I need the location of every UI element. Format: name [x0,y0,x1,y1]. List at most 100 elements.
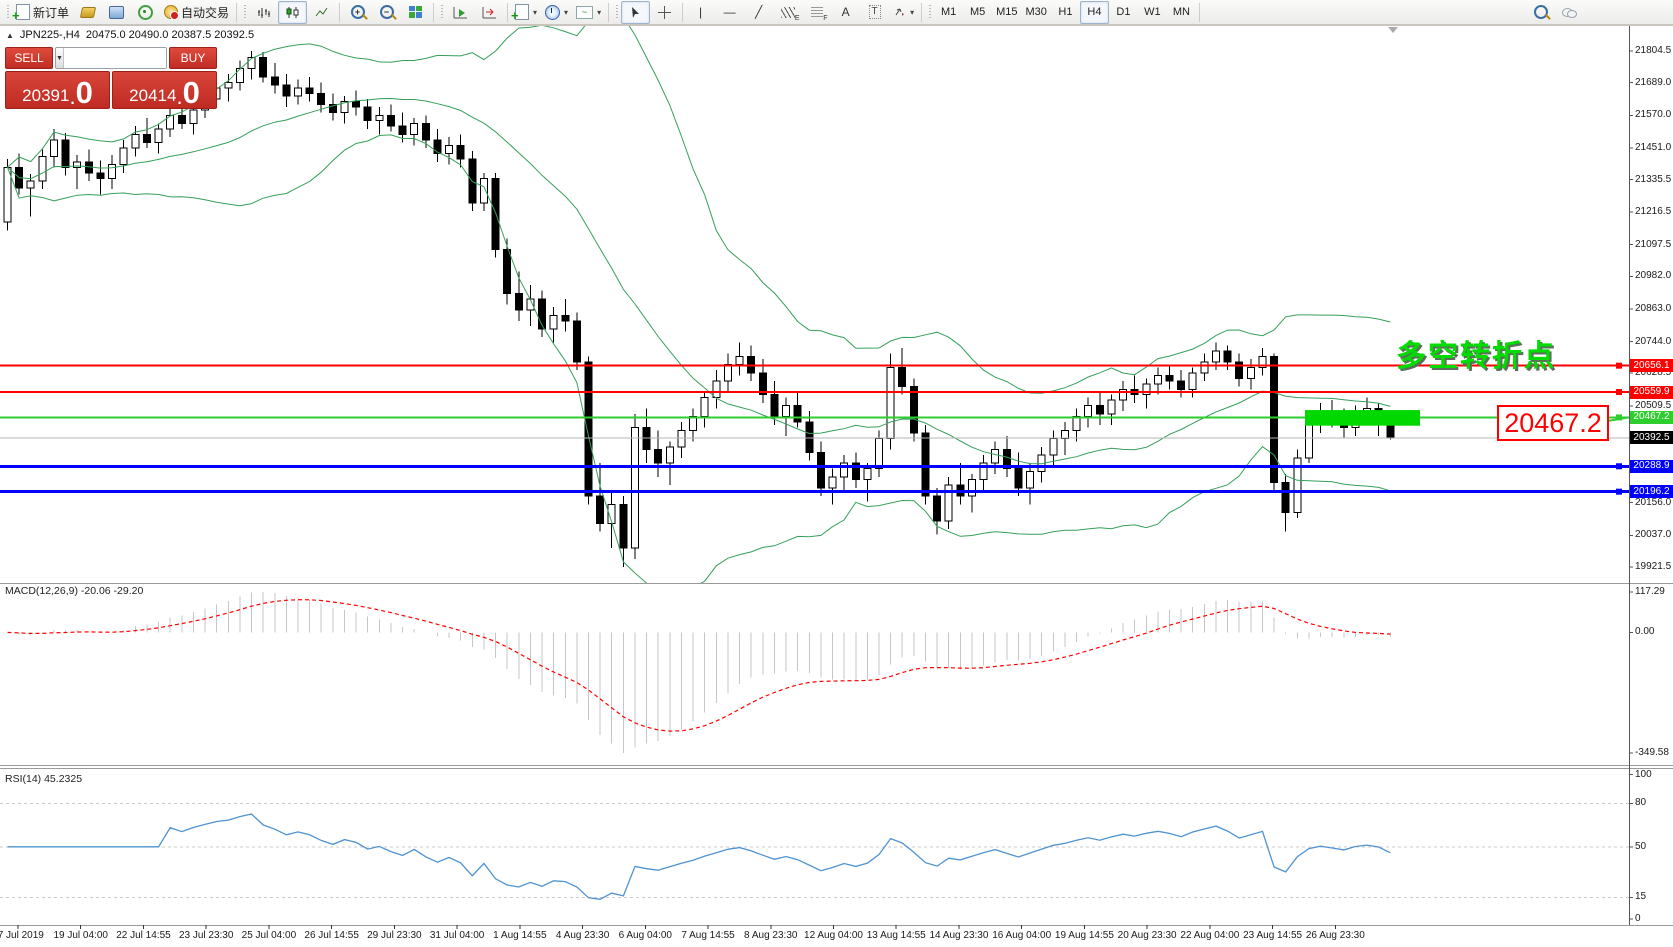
sell-button[interactable]: SELL [5,47,53,69]
price-badge: 20559.9 [1630,386,1673,399]
periods-clock-icon [545,5,560,20]
toolbar-grip[interactable] [242,3,247,21]
time-axis-label: 8 Aug 23:30 [744,930,797,941]
macd-scale-label: -349.58 [1635,747,1669,758]
price-tick-label: 21451.0 [1635,142,1671,153]
trendline-icon: ╱ [755,6,762,18]
sell-price-button[interactable]: 20391.0 [5,71,110,109]
price-badge: 20656.1 [1630,359,1673,372]
separator [507,3,508,22]
price-tick-label: 20509.5 [1635,400,1671,411]
templates-icon [515,4,529,20]
timeframe-button-w1[interactable]: W1 [1138,1,1167,24]
chevron-down-icon: ▾ [564,8,568,17]
separator [921,3,922,22]
separator [236,3,237,22]
chart-shift-button[interactable] [475,1,504,24]
time-axis-label: 1 Aug 14:55 [493,930,546,941]
arrows-tool[interactable]: ▾ [889,1,918,24]
price-tick-label: 21570.0 [1635,109,1671,120]
terminal-button[interactable] [102,1,131,24]
separator [1199,3,1200,22]
text-tool[interactable]: A [831,1,860,24]
auto-scroll-button[interactable] [446,1,475,24]
time-axis-label: 23 Jul 23:30 [179,930,234,941]
crosshair-icon [658,6,671,19]
symbol-ohlc: 20475.0 20490.0 20387.5 20392.5 [86,29,254,41]
trendline-tool[interactable]: ╱ [744,1,773,24]
text-icon: A [842,6,850,18]
timeframe-button-h1[interactable]: H1 [1051,1,1080,24]
timeframe-button-m5[interactable]: M5 [963,1,992,24]
timeframe-button-m15[interactable]: M15 [992,1,1021,24]
search-icon [1534,5,1548,19]
price-badge: 20288.9 [1630,460,1673,473]
zoom-in-button[interactable]: + [343,1,372,24]
zoom-out-icon: − [380,5,394,19]
line-chart-button[interactable] [307,1,336,24]
autotrading-label: 自动交易 [181,4,229,21]
macd-scale-label: 117.29 [1635,586,1665,597]
channel-tool[interactable]: E [773,1,802,24]
sell-price-frac: 0 [76,80,93,106]
time-axis-label: 14 Aug 23:30 [929,930,988,941]
rsi-scale-label: 50 [1635,841,1646,852]
turning-point-annotation[interactable]: 多空转折点 [1396,331,1556,375]
chat-bubbles-icon [1562,7,1577,18]
timeframe-button-m30[interactable]: M30 [1022,1,1051,24]
chat-button[interactable] [1555,1,1584,24]
fibonacci-tool[interactable]: F [802,1,831,24]
time-axis-label: 19 Jul 04:00 [53,930,108,941]
one-click-trading-panel: SELL ▼ ▲ BUY 20391.0 20414.0 [5,47,217,109]
volume-decrease-button[interactable]: ▼ [56,48,64,68]
signals-button[interactable] [131,1,160,24]
toolbar-grip[interactable] [439,3,444,21]
timeframe-button-m1[interactable]: M1 [934,1,963,24]
new-order-button[interactable]: 新订单 [12,1,73,24]
main-toolbar: 新订单 自动交易 + − ▾ ▾ ~▾ [0,0,1673,25]
chevron-down-icon: ▾ [910,8,914,17]
chart-shift-marker-icon[interactable] [1388,27,1398,33]
volume-stepper: ▼ ▲ [55,47,167,69]
market-watch-button[interactable] [73,1,102,24]
chart-canvas[interactable] [0,0,1673,947]
templates-button[interactable]: ▾ [511,1,541,24]
timeframe-button-h4[interactable]: H4 [1080,1,1109,24]
auto-scroll-icon [453,6,468,19]
buy-price-button[interactable]: 20414.0 [112,71,217,109]
timeframe-button-mn[interactable]: MN [1167,1,1196,24]
buy-button[interactable]: BUY [169,47,217,69]
symbol-header: ▲ JPN225-,H4 20475.0 20490.0 20387.5 203… [6,29,254,41]
channel-icon: E [781,7,795,18]
zoom-out-button[interactable]: − [372,1,401,24]
timeframe-button-d1[interactable]: D1 [1109,1,1138,24]
tile-windows-button[interactable] [401,1,430,24]
autotrading-button[interactable]: 自动交易 [160,1,233,24]
text-label-tool[interactable]: T [860,1,889,24]
price-tick-label: 20156.0 [1635,497,1671,508]
rsi-scale-label: 80 [1635,797,1646,808]
cursor-tool-button[interactable] [621,1,650,24]
autotrading-icon [164,5,178,19]
separator [608,3,609,22]
volume-input[interactable] [64,48,167,68]
indicators-button[interactable]: ~▾ [572,1,605,24]
collapse-arrow-icon[interactable]: ▲ [6,31,14,40]
search-button[interactable] [1526,1,1555,24]
vertical-line-tool[interactable]: | [686,1,715,24]
toolbar-grip[interactable] [614,3,619,21]
horizontal-line-tool[interactable]: — [715,1,744,24]
toolbar-grip[interactable] [5,3,10,21]
tile-windows-icon [409,6,422,18]
crosshair-tool-button[interactable] [650,1,679,24]
candlestick-chart-button[interactable] [278,1,307,24]
toolbar-grip[interactable] [927,3,932,21]
price-callout-label[interactable]: 20467.2 [1497,405,1609,441]
text-label-icon: T [869,5,881,19]
bar-chart-icon [257,6,271,19]
signals-icon [138,5,153,20]
periods-button[interactable]: ▾ [541,1,572,24]
new-order-icon [16,4,30,20]
time-axis-label: 4 Aug 23:30 [556,930,609,941]
bar-chart-button[interactable] [249,1,278,24]
